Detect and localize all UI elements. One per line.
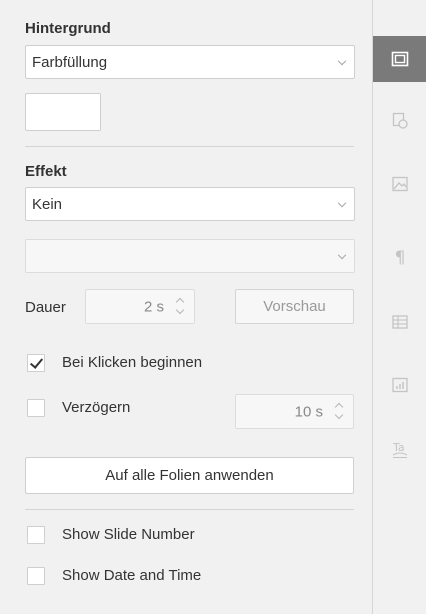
text-art-settings-icon: Ta [392, 441, 408, 458]
paragraph-settings-tab[interactable]: ¶ [373, 235, 426, 281]
effect-select[interactable]: Kein [25, 187, 355, 221]
chart-settings-icon [392, 377, 408, 393]
duration-label: Dauer [25, 299, 66, 316]
start-on-click-checkbox[interactable] [27, 354, 45, 372]
text-art-settings-tab[interactable]: Ta [373, 427, 426, 473]
chevron-down-icon [337, 250, 347, 260]
show-date-time-checkbox[interactable] [27, 567, 45, 585]
effect-type-select[interactable] [25, 239, 355, 273]
table-settings-icon [392, 315, 408, 329]
image-settings-tab[interactable] [373, 161, 426, 207]
delay-checkbox[interactable] [27, 399, 45, 417]
slide-settings-tab[interactable] [373, 36, 426, 82]
apply-to-all-slides-button[interactable]: Auf alle Folien anwenden [25, 457, 354, 494]
effect-heading: Effekt [25, 163, 67, 180]
slide-settings-panel: Hintergrund Farbfüllung Effekt Kein Daue… [0, 0, 372, 614]
settings-sidebar: ¶ Ta [372, 0, 426, 614]
duration-spinner[interactable]: 2 s [85, 289, 195, 324]
divider [25, 509, 354, 510]
start-on-click-label: Bei Klicken beginnen [62, 354, 203, 371]
delay-label: Verzögern [62, 399, 131, 416]
spinner-arrows-icon[interactable] [334, 402, 344, 422]
background-color-picker[interactable] [25, 93, 101, 131]
paragraph-settings-icon: ¶ [394, 248, 406, 268]
slide-settings-icon [391, 51, 409, 67]
delay-spinner[interactable]: 10 s [235, 394, 354, 429]
chevron-down-icon [337, 198, 347, 208]
effect-value: Kein [32, 195, 63, 213]
spinner-arrows-icon[interactable] [175, 297, 185, 317]
preview-button[interactable]: Vorschau [235, 289, 354, 324]
show-slide-number-checkbox[interactable] [27, 526, 45, 544]
background-fill-select[interactable]: Farbfüllung [25, 45, 355, 79]
divider [25, 146, 354, 147]
image-settings-icon [392, 176, 408, 192]
duration-value: 2 s [143, 298, 164, 315]
background-fill-value: Farbfüllung [32, 53, 108, 71]
shape-settings-icon [392, 112, 408, 129]
shape-settings-tab[interactable] [373, 97, 426, 143]
table-settings-tab[interactable] [373, 299, 426, 345]
delay-value: 10 s [294, 403, 323, 420]
svg-text:Ta: Ta [392, 441, 405, 454]
background-heading: Hintergrund [25, 20, 111, 37]
chart-settings-tab[interactable] [373, 362, 426, 408]
show-slide-number-label: Show Slide Number [62, 526, 195, 543]
show-date-time-label: Show Date and Time [62, 567, 202, 584]
chevron-down-icon [337, 56, 347, 66]
